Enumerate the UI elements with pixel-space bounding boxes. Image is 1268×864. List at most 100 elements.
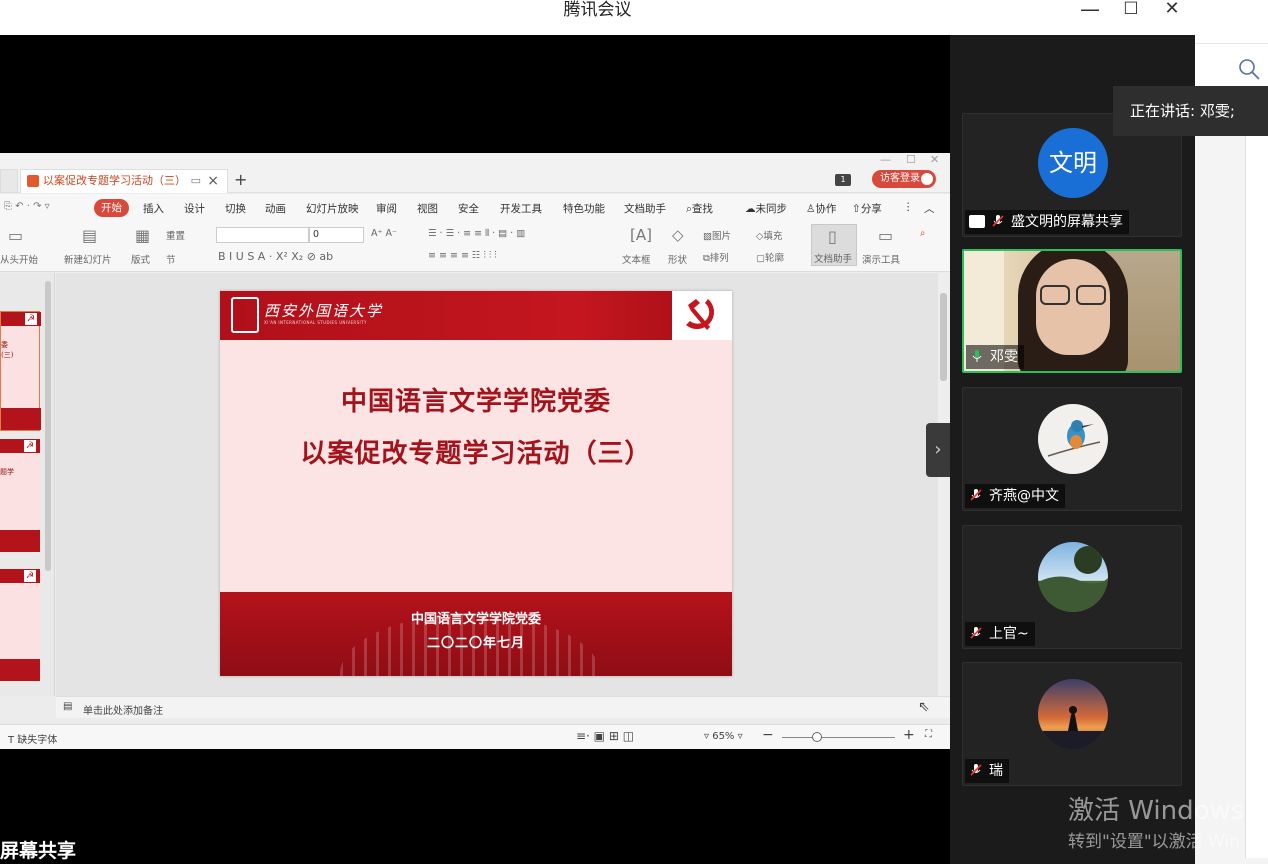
font-family-select[interactable] [216,227,309,243]
menu-developer[interactable]: 开发工具 [500,201,542,216]
menu-sync[interactable]: ☁未同步 [745,201,787,216]
zoom-in-icon[interactable]: + [903,727,915,743]
outline-icon: ▢ [756,253,765,264]
wps-home-tab[interactable] [0,169,18,193]
quick-access-icons[interactable]: ⎘ ↶ · ↷ ▿ [4,201,50,212]
wps-maximize-icon[interactable]: ☐ [906,153,916,166]
menu-collab[interactable]: ♙协作 [806,201,836,216]
menu-slideshow[interactable]: 幻灯片放映 [306,201,359,216]
minimize-button[interactable]: — [1075,0,1105,20]
thumbnail-text: 题学 [0,468,14,476]
party-emblem [672,291,732,340]
collapse-ribbon-icon[interactable]: ︿ [924,201,935,216]
menu-start[interactable]: 开始 [94,199,129,217]
textbox-label[interactable]: 文本框 [622,252,651,266]
participant-name: 邓雯 [990,349,1018,365]
participant-name-tag: 盛文明的屏幕共享 [965,210,1129,234]
font-size-select[interactable]: 0 [309,227,364,243]
menu-insert[interactable]: 插入 [143,201,164,216]
slide-thumbnail[interactable]: ☭ [0,569,40,681]
slide-thumbnail[interactable]: ☭ 委 (三) [0,311,41,431]
thumbnail-scrollbar[interactable] [45,281,51,571]
participant-name-tag: 瑞 [965,759,1009,783]
new-slide-label[interactable]: 新建幻灯片 [64,252,112,266]
collapse-panel-button[interactable]: › [926,423,950,477]
layout-label[interactable]: 版式 [131,252,150,266]
menu-animation[interactable]: 动画 [265,201,286,216]
current-slide[interactable]: 西安外国语大学 XI'AN INTERNATIONAL STUDIES UNIV… [220,291,732,676]
wps-minimize-icon[interactable]: — [880,153,891,166]
section-button[interactable]: 节 [166,252,176,266]
footer-organization: 中国语言文学学院党委 [410,612,541,627]
scrollbar-thumb[interactable] [940,293,947,381]
zoom-slider-handle[interactable] [812,732,822,742]
slide-thumbnail[interactable]: ☭ 题学 [0,439,40,552]
more-menu-icon[interactable]: ⋮ [903,201,914,213]
missing-font-button[interactable]: T 缺失字体 [8,731,57,746]
present-tools-label[interactable]: 演示工具 [862,252,900,266]
doc-assistant-button[interactable]: ▯ 文档助手 [811,224,857,266]
picture-button[interactable]: ▨图片 [703,228,731,242]
menu-sync-label: 未同步 [755,203,788,215]
close-button[interactable]: ✕ [1157,0,1187,20]
view-mode-icons[interactable]: ≡· ▣ ⊞ ◫ [576,729,634,743]
status-bar: T 缺失字体 ≡· ▣ ⊞ ◫ ▿ 65% ▿ − + ⛶ [0,724,950,749]
maximize-button[interactable]: ☐ [1116,0,1146,20]
mic-active-icon [972,350,982,362]
fill-button[interactable]: ◇填充 [756,228,782,242]
zoom-slider[interactable] [782,737,895,738]
zoom-out-icon[interactable]: − [762,727,774,743]
fit-window-icon[interactable]: ⛶ [925,729,932,740]
picture-label: 图片 [711,231,731,242]
reset-button[interactable]: 重置 [166,228,185,242]
participant-tile-active-speaker[interactable]: 邓雯 [962,249,1182,373]
tab-count-icon[interactable]: 1 [835,174,851,186]
menu-transition[interactable]: 切换 [225,201,246,216]
outline-button[interactable]: ▢轮廓 [756,250,784,264]
menu-doc-assistant[interactable]: 文档助手 [624,201,666,216]
participant-tile[interactable]: 上官~ [962,525,1182,649]
participant-tile[interactable]: 瑞 [962,662,1182,786]
mouse-cursor-icon: ⇖ [918,699,930,715]
menu-find-label: 查找 [691,203,713,215]
from-start-label[interactable]: 从头开始 [0,252,38,266]
menu-features[interactable]: 特色功能 [563,201,605,216]
shape-label[interactable]: 形状 [668,252,687,266]
menu-design[interactable]: 设计 [184,201,205,216]
participant-tile[interactable]: 齐燕@中文 [962,387,1182,511]
meeting-app: 腾讯会议 — ☐ ✕ 以案促改专题学习活动（三） ▭ × + 1 访客登录 — … [0,0,1268,864]
glasses-right [1076,285,1106,305]
new-slide-icon[interactable]: ▤ [82,226,97,245]
notes-bar[interactable]: ▤ 单击此处添加备注 ⇖ [56,696,950,718]
search-icon[interactable] [1238,58,1262,82]
font-grow-icon[interactable]: A⁺ A⁻ [371,228,397,239]
list-icons[interactable]: ☰ · ☰ · ≡ ≡ ⫴ · ▤ · ▥ [428,228,525,239]
layout-icon[interactable]: ▦ [135,226,150,245]
thumbnail-text: 委 (三) [1,341,14,359]
pin-icon[interactable]: ▭ [191,170,201,192]
wps-close-icon[interactable]: ✕ [930,153,939,166]
tab-close-icon[interactable]: × [207,170,219,192]
menu-review[interactable]: 审阅 [376,201,397,216]
menu-find[interactable]: ⌕查找 [686,201,713,216]
arrange-button[interactable]: ⧉排列 [703,250,729,264]
fill-label: 填充 [763,231,783,242]
textbox-icon[interactable]: [A] [630,226,652,244]
play-from-start-icon[interactable]: ▭ [8,226,23,245]
menu-share[interactable]: ⇧分享 [852,201,882,216]
menu-view[interactable]: 视图 [417,201,438,216]
zoom-dropdown[interactable]: ▿ 65% ▿ [704,731,743,742]
present-tools-icon[interactable]: ▭ [878,226,893,245]
shape-icon[interactable]: ◇ [672,226,684,244]
menu-security[interactable]: 安全 [458,201,479,216]
font-format-icons[interactable]: B I U S A · X² X₂ ⊘ ab [218,250,333,263]
zoom-level: 65% [712,731,735,742]
tab-document[interactable]: 以案促改专题学习活动（三） ▭ × [20,169,228,193]
wps-menu-bar: ⎘ ↶ · ↷ ▿ 开始 插入 设计 切换 动画 幻灯片放映 审阅 视图 安全 … [0,194,950,222]
align-icons[interactable]: ≡ ≡ ≡ ≡ ☷ ⫶ ⫶ ⫶ [428,250,497,261]
glasses-left [1040,285,1070,305]
visitor-login-button[interactable]: 访客登录 [872,170,936,188]
new-tab-button[interactable]: + [234,170,247,189]
search-icon[interactable]: ⌕ [920,228,925,239]
canvas-scrollbar[interactable] [938,273,950,696]
